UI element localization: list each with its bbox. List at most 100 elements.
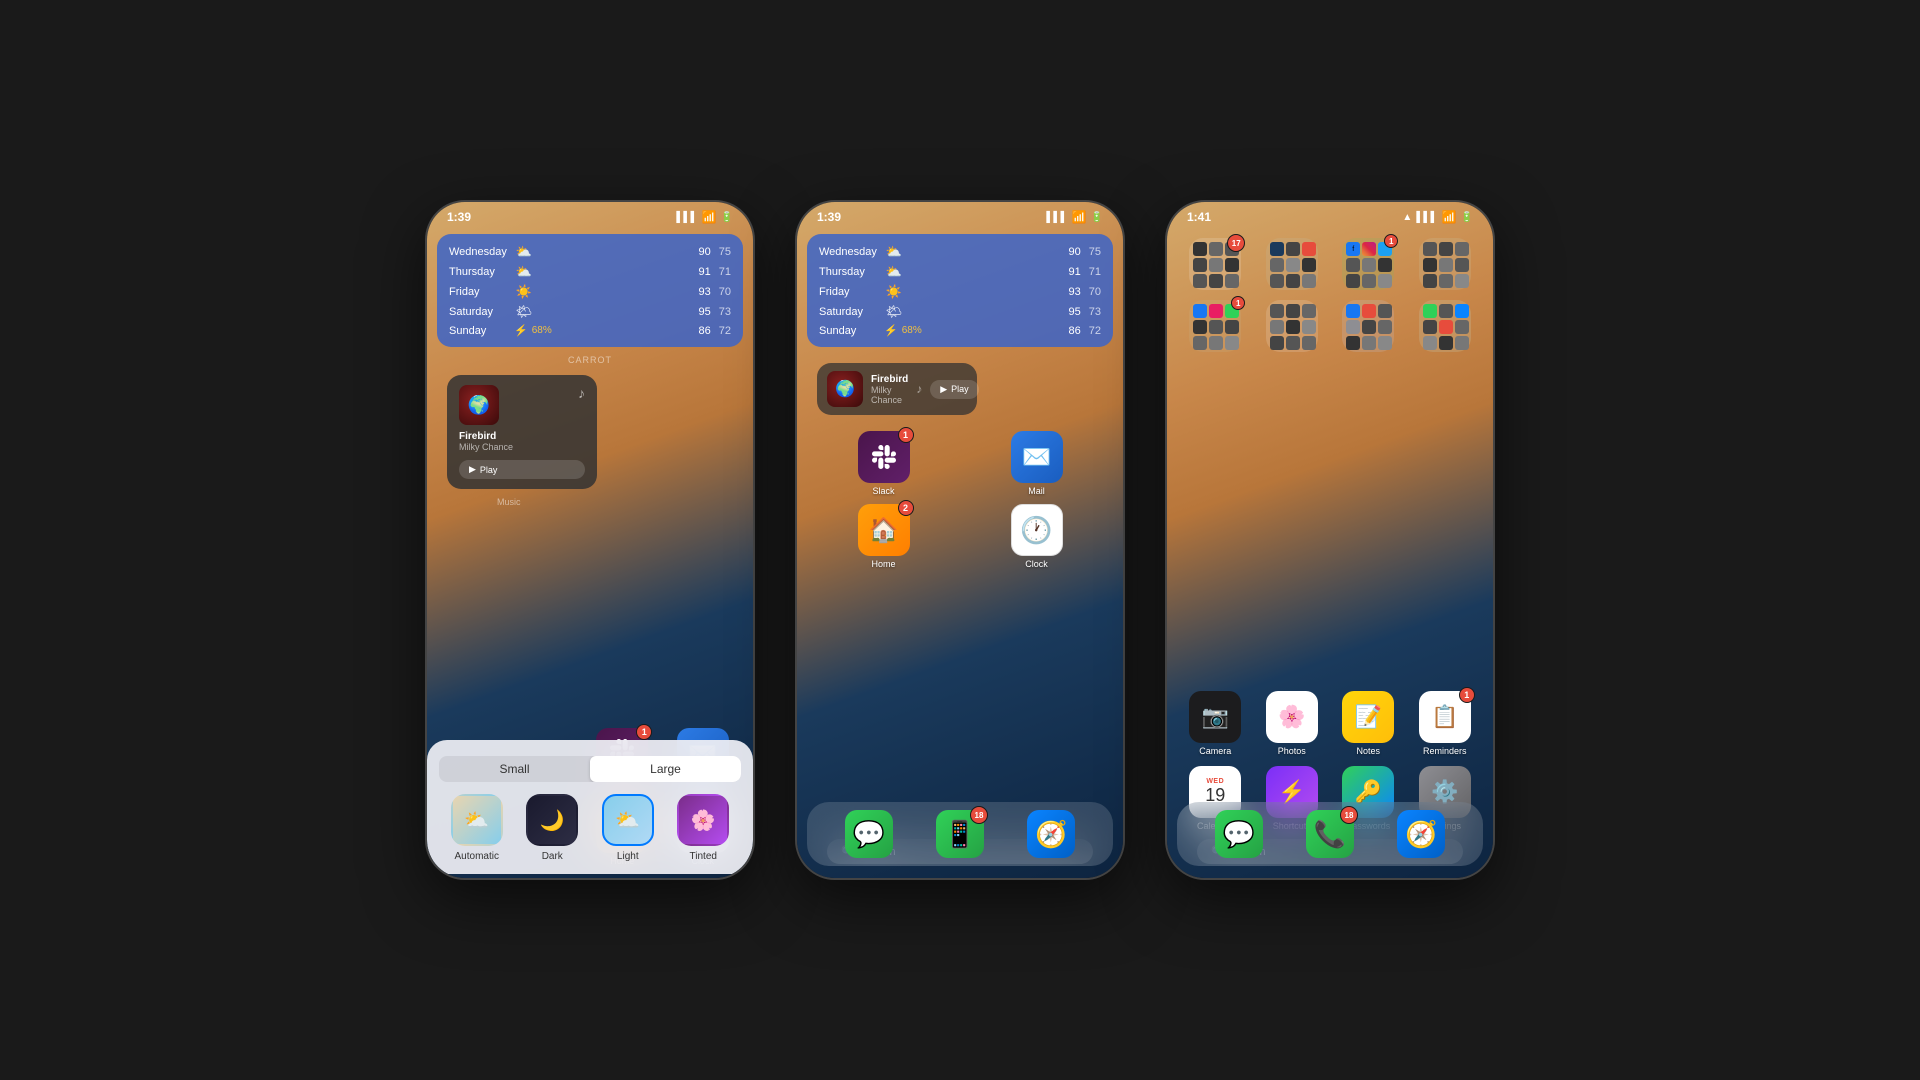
music-title-1: Firebird — [459, 431, 585, 442]
messages-icon-2[interactable]: 💬 — [845, 810, 893, 858]
tinted-preview[interactable]: 🌸 — [677, 794, 729, 846]
weather-row-wed-2: Wednesday ⛅ 90 75 — [819, 242, 1101, 262]
music-widget-header: 🌍 ♪ — [459, 385, 585, 425]
music-note-icon: ♪ — [578, 385, 585, 401]
folder-icon-8[interactable] — [1419, 300, 1471, 352]
weather-row-thu-1: Thursday ⛅ 91 71 — [449, 262, 731, 282]
folder-icon-7[interactable] — [1342, 300, 1394, 352]
music-info-1: Firebird Milky Chance — [459, 431, 585, 452]
safari-icon-3[interactable]: 🧭 — [1397, 810, 1445, 858]
carrot-label-1: CARROT — [427, 355, 753, 365]
folder-icon-5[interactable]: 1 — [1189, 300, 1241, 352]
app-item-clock-2[interactable]: 🕐 Clock — [1011, 504, 1063, 569]
weather-row-sat-2: Saturday 🌤 95 73 — [819, 302, 1101, 322]
app-label-photos: Photos — [1278, 746, 1306, 756]
style-automatic[interactable]: ⛅ Automatic — [451, 794, 503, 862]
app-item-slack-2[interactable]: 1 Slack — [858, 431, 910, 496]
phone-badge-2: 18 — [970, 806, 988, 824]
app-photos[interactable]: 🌸 Photos — [1266, 691, 1318, 756]
app-label-home-2: Home — [871, 559, 895, 569]
app-label-slack-2: Slack — [872, 486, 894, 496]
folder-6[interactable] — [1266, 300, 1318, 352]
folder-icon-3[interactable]: f 1 — [1342, 238, 1394, 290]
play-triangle-icon-2: ▶ — [940, 384, 947, 395]
play-label-2: Play — [951, 384, 969, 394]
automatic-preview[interactable]: ⛅ — [451, 794, 503, 846]
notes-icon[interactable]: 📝 — [1342, 691, 1394, 743]
style-tinted[interactable]: 🌸 Tinted — [677, 794, 729, 862]
app-label-mail-2: Mail — [1028, 486, 1045, 496]
size-toggle-1[interactable]: Small Large — [439, 756, 741, 782]
folder-3[interactable]: f 1 — [1342, 238, 1394, 290]
style-light[interactable]: ⛅ Light — [602, 794, 654, 862]
app-notes[interactable]: 📝 Notes — [1342, 691, 1394, 756]
signal-icon-3: ▌▌▌ — [1416, 212, 1437, 223]
mail-icon-2[interactable]: ✉️ — [1011, 431, 1063, 483]
folder-icon-4[interactable] — [1419, 238, 1471, 290]
folder-7[interactable] — [1342, 300, 1394, 352]
music-play-button-2[interactable]: ▶ Play — [930, 380, 978, 399]
wifi-icon: 📶 — [702, 210, 717, 224]
folder-2[interactable] — [1266, 238, 1318, 290]
light-preview[interactable]: ⛅ — [602, 794, 654, 846]
signal-icon: ▌▌▌ — [676, 212, 697, 223]
folder-4[interactable] — [1419, 238, 1471, 290]
phone2-content: Wednesday ⛅ 90 75 Thursday ⛅ 91 71 Frida… — [797, 228, 1123, 874]
music-widget-2[interactable]: 🌍 Firebird Milky Chance ♪ ▶ Play — [817, 363, 977, 415]
folder-icon-2[interactable] — [1266, 238, 1318, 290]
phone-3: 1:41 ▲ ▌▌▌ 📶 🔋 17 — [1165, 200, 1495, 880]
app-label-camera: Camera — [1199, 746, 1231, 756]
folder-row-2: 1 — [1167, 300, 1493, 352]
clock-icon-2[interactable]: 🕐 — [1011, 504, 1063, 556]
music-text-2: Firebird Milky Chance — [871, 374, 908, 405]
phone-1: 1:39 ▌▌▌ 📶 🔋 Wednesday ⛅ 90 75 Thursday … — [425, 200, 755, 880]
apps-row-2a: 1 Slack ✉️ Mail — [797, 431, 1123, 496]
app-item-mail-2[interactable]: ✉️ Mail — [1011, 431, 1063, 496]
folder-badge-3: 1 — [1384, 234, 1398, 248]
size-large-btn[interactable]: Large — [590, 756, 741, 782]
music-widget-1[interactable]: 🌍 ♪ Firebird Milky Chance ▶ Play — [447, 375, 597, 489]
weather-widget-2[interactable]: Wednesday ⛅ 90 75 Thursday ⛅ 91 71 Frida… — [807, 234, 1113, 347]
time-1: 1:39 — [447, 210, 471, 224]
app-item-home-2[interactable]: 🏠 2 Home — [858, 504, 910, 569]
folder-1[interactable]: 17 — [1189, 238, 1241, 290]
music-artist-1: Milky Chance — [459, 442, 585, 452]
battery-icon-3: 🔋 — [1461, 212, 1473, 223]
apps-row-3a: 📷 Camera 🌸 Photos 📝 Notes 📋 1 Reminders — [1167, 691, 1493, 756]
slack-icon-2[interactable]: 1 — [858, 431, 910, 483]
status-icons-1: ▌▌▌ 📶 🔋 — [676, 210, 733, 224]
app-reminders[interactable]: 📋 1 Reminders — [1419, 691, 1471, 756]
music-artist-2: Milky Chance — [871, 385, 908, 405]
folder-8[interactable] — [1419, 300, 1471, 352]
tinted-label: Tinted — [690, 851, 717, 862]
home-icon-2[interactable]: 🏠 2 — [858, 504, 910, 556]
status-bar-3: 1:41 ▲ ▌▌▌ 📶 🔋 — [1167, 202, 1493, 228]
style-dark[interactable]: 🌙 Dark — [526, 794, 578, 862]
folder-icon-1[interactable]: 17 — [1189, 238, 1241, 290]
wifi-icon-2: 📶 — [1072, 210, 1087, 224]
app-camera[interactable]: 📷 Camera — [1189, 691, 1241, 756]
reminders-icon[interactable]: 📋 1 — [1419, 691, 1471, 743]
dark-label: Dark — [542, 851, 563, 862]
music-widget-label-1: Music — [497, 497, 521, 507]
dark-preview[interactable]: 🌙 — [526, 794, 578, 846]
phone-icon-3[interactable]: 📞 18 — [1306, 810, 1354, 858]
music-title-2: Firebird — [871, 374, 908, 385]
album-art-2: 🌍 — [827, 371, 863, 407]
status-bar-1: 1:39 ▌▌▌ 📶 🔋 — [427, 202, 753, 228]
weather-row-wed-1: Wednesday ⛅ 90 75 — [449, 242, 731, 262]
folder-5[interactable]: 1 — [1189, 300, 1241, 352]
size-small-btn[interactable]: Small — [439, 756, 590, 782]
phone-icon-2[interactable]: 📱 18 — [936, 810, 984, 858]
reminders-badge: 1 — [1459, 687, 1475, 703]
weather-widget-1[interactable]: Wednesday ⛅ 90 75 Thursday ⛅ 91 71 Frida… — [437, 234, 743, 347]
photos-icon[interactable]: 🌸 — [1266, 691, 1318, 743]
camera-icon[interactable]: 📷 — [1189, 691, 1241, 743]
phone-badge-3: 18 — [1340, 806, 1358, 824]
folder-icon-6[interactable] — [1266, 300, 1318, 352]
play-label-1: Play — [480, 465, 498, 475]
messages-icon-3[interactable]: 💬 — [1215, 810, 1263, 858]
slack-badge: 1 — [636, 724, 652, 740]
safari-icon-2[interactable]: 🧭 — [1027, 810, 1075, 858]
music-play-button-1[interactable]: ▶ Play — [459, 460, 585, 479]
